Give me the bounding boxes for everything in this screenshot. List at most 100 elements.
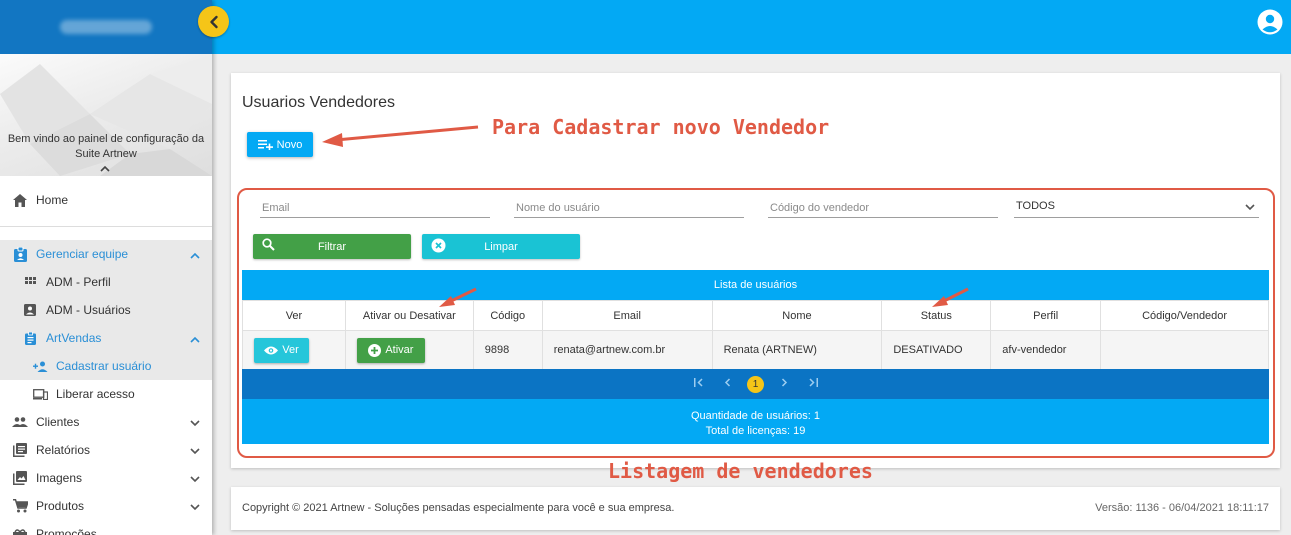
codigo-vendedor-cell <box>1100 330 1269 370</box>
codigo-filter-input[interactable]: Código do vendedor <box>768 202 998 218</box>
sidebar-item-label: Produtos <box>36 499 85 513</box>
welcome-line-1: Bem vindo ao painel de configuração da <box>7 133 205 145</box>
sidebar-item-label: ADM - Usuários <box>46 303 131 317</box>
sidebar-item-promocoes[interactable]: Promoções <box>0 520 212 535</box>
brand-logo <box>0 0 212 54</box>
last-page-icon[interactable] <box>804 378 820 390</box>
sidebar-item-label: Cadastrar usuário <box>56 359 152 373</box>
sidebar-item-label: Imagens <box>36 471 83 485</box>
playlist-add-icon <box>257 139 273 150</box>
search-icon <box>262 238 275 254</box>
person-add-icon <box>32 358 48 374</box>
cancel-icon <box>431 238 446 256</box>
column-header: Código/Vendedor <box>1100 300 1269 331</box>
email-filter-input[interactable]: Email <box>260 202 490 218</box>
column-header: Email <box>541 300 713 331</box>
summary-panel: Quantidade de usuários: 1 Total de licen… <box>242 399 1269 444</box>
sidebar-item-gerenciar-equipe[interactable]: Gerenciar equipe <box>0 240 212 268</box>
limpar-button[interactable]: Limpar <box>422 234 580 259</box>
library-books-icon <box>12 442 28 458</box>
current-page[interactable]: 1 <box>747 375 764 393</box>
devices-icon <box>32 386 48 402</box>
add-circle-icon <box>368 343 382 357</box>
version-text: Versão: 1136 - 06/04/2021 18:11:17 <box>1095 502 1269 514</box>
cart-icon <box>12 498 28 514</box>
people-icon <box>12 414 28 430</box>
email-cell: renata@artnew.com.br <box>541 330 713 370</box>
quantidade-usuarios: Quantidade de usuários: 1 <box>690 410 821 422</box>
nome-filter-input[interactable]: Nome do usuário <box>514 202 744 218</box>
sidebar-item-label: Promoções <box>36 527 97 535</box>
ver-cell: Ver <box>242 330 346 370</box>
sidebar-item-label: Liberar acesso <box>56 387 135 401</box>
filtrar-button-label: Filtrar <box>317 240 347 253</box>
sidebar-item-label: Gerenciar equipe <box>36 247 129 261</box>
novo-button-label: Novo <box>276 138 303 151</box>
limpar-button-label: Limpar <box>484 240 518 253</box>
next-page-icon[interactable] <box>776 378 792 390</box>
sidebar-item-label: Clientes <box>36 415 80 429</box>
sidebar-item-adm-usuarios[interactable]: ADM - Usuários <box>0 296 212 324</box>
first-page-icon[interactable] <box>691 378 707 390</box>
annotation-novo: Para Cadastrar novo Vendedor <box>492 115 830 139</box>
sidebar-item-cadastrar-usuario[interactable]: Cadastrar usuário <box>0 352 212 380</box>
annotation-listagem: Listagem de vendedores <box>608 459 873 483</box>
sidebar-collapse-button[interactable] <box>198 6 229 37</box>
pagination: 1 <box>242 369 1269 399</box>
sidebar-item-produtos[interactable]: Produtos <box>0 492 212 520</box>
table-header-row: Ver Ativar ou Desativar Código Email Nom… <box>242 300 1269 331</box>
previous-page-icon[interactable] <box>719 378 735 390</box>
eye-icon <box>264 346 279 354</box>
home-icon <box>12 192 28 208</box>
column-header: Ver <box>242 300 346 331</box>
page-title: Usuarios Vendedores <box>242 94 395 111</box>
grid-icon <box>22 274 38 290</box>
copyright-text: Copyright © 2021 Artnew - Soluções pensa… <box>242 502 675 514</box>
status-select[interactable]: TODOS <box>1014 200 1259 218</box>
sidebar-item-label: Home <box>36 193 69 207</box>
column-header: Ativar ou Desativar <box>344 300 474 331</box>
total-licencas: Total de licenças: 19 <box>705 425 806 437</box>
perfil-cell: afv-vendedor <box>990 330 1102 370</box>
column-header: Código <box>472 300 543 331</box>
chevron-up-icon <box>190 332 200 346</box>
list-header: Lista de usuários <box>242 270 1269 300</box>
photo-library-icon <box>12 470 28 486</box>
top-app-bar <box>212 0 1291 54</box>
sidebar-item-label: ADM - Perfil <box>46 275 111 289</box>
codigo-cell: 9898 <box>472 330 543 370</box>
chevron-up-icon[interactable] <box>100 164 110 175</box>
column-header: Perfil <box>990 300 1102 331</box>
account-box-icon <box>22 302 38 318</box>
promo-icon <box>12 526 28 535</box>
sidebar-item-artvendas[interactable]: ArtVendas <box>0 324 212 352</box>
sidebar-item-home[interactable]: Home <box>0 186 212 214</box>
sidebar-item-relatorios[interactable]: Relatórios <box>0 436 212 464</box>
ativar-button[interactable]: Ativar <box>356 337 425 363</box>
footer: Copyright © 2021 Artnew - Soluções pensa… <box>231 487 1280 530</box>
sidebar-item-clientes[interactable]: Clientes <box>0 408 212 436</box>
chevron-down-icon <box>1245 202 1255 214</box>
badge-icon <box>12 246 28 262</box>
status-cell: DESATIVADO <box>881 330 992 370</box>
ver-button[interactable]: Ver <box>254 337 309 363</box>
sidebar-item-imagens[interactable]: Imagens <box>0 464 212 492</box>
account-circle-icon[interactable] <box>1257 9 1283 35</box>
ativar-button-label: Ativar <box>385 344 414 356</box>
filtrar-button[interactable]: Filtrar <box>253 234 411 259</box>
table-row: Ver Ativar 9898 renata@artnew.com.br Ren… <box>242 330 1269 370</box>
chevron-down-icon <box>190 472 200 486</box>
users-table: Ver Ativar ou Desativar Código Email Nom… <box>242 300 1269 370</box>
welcome-panel: Bem vindo ao painel de configuração da S… <box>0 54 212 176</box>
column-header: Status <box>881 300 992 331</box>
sidebar-item-label: Relatórios <box>36 443 91 457</box>
chevron-left-icon <box>209 15 218 28</box>
sidebar-item-label: ArtVendas <box>46 331 102 345</box>
welcome-line-2: Suite Artnew <box>75 148 137 160</box>
chevron-down-icon <box>190 444 200 458</box>
chevron-down-icon <box>190 416 200 430</box>
sidebar-item-adm-perfil[interactable]: ADM - Perfil <box>0 268 212 296</box>
sidebar-item-liberar-acesso[interactable]: Liberar acesso <box>0 380 212 408</box>
novo-button[interactable]: Novo <box>247 132 313 157</box>
sidebar: Bem vindo ao painel de configuração da S… <box>0 0 212 535</box>
